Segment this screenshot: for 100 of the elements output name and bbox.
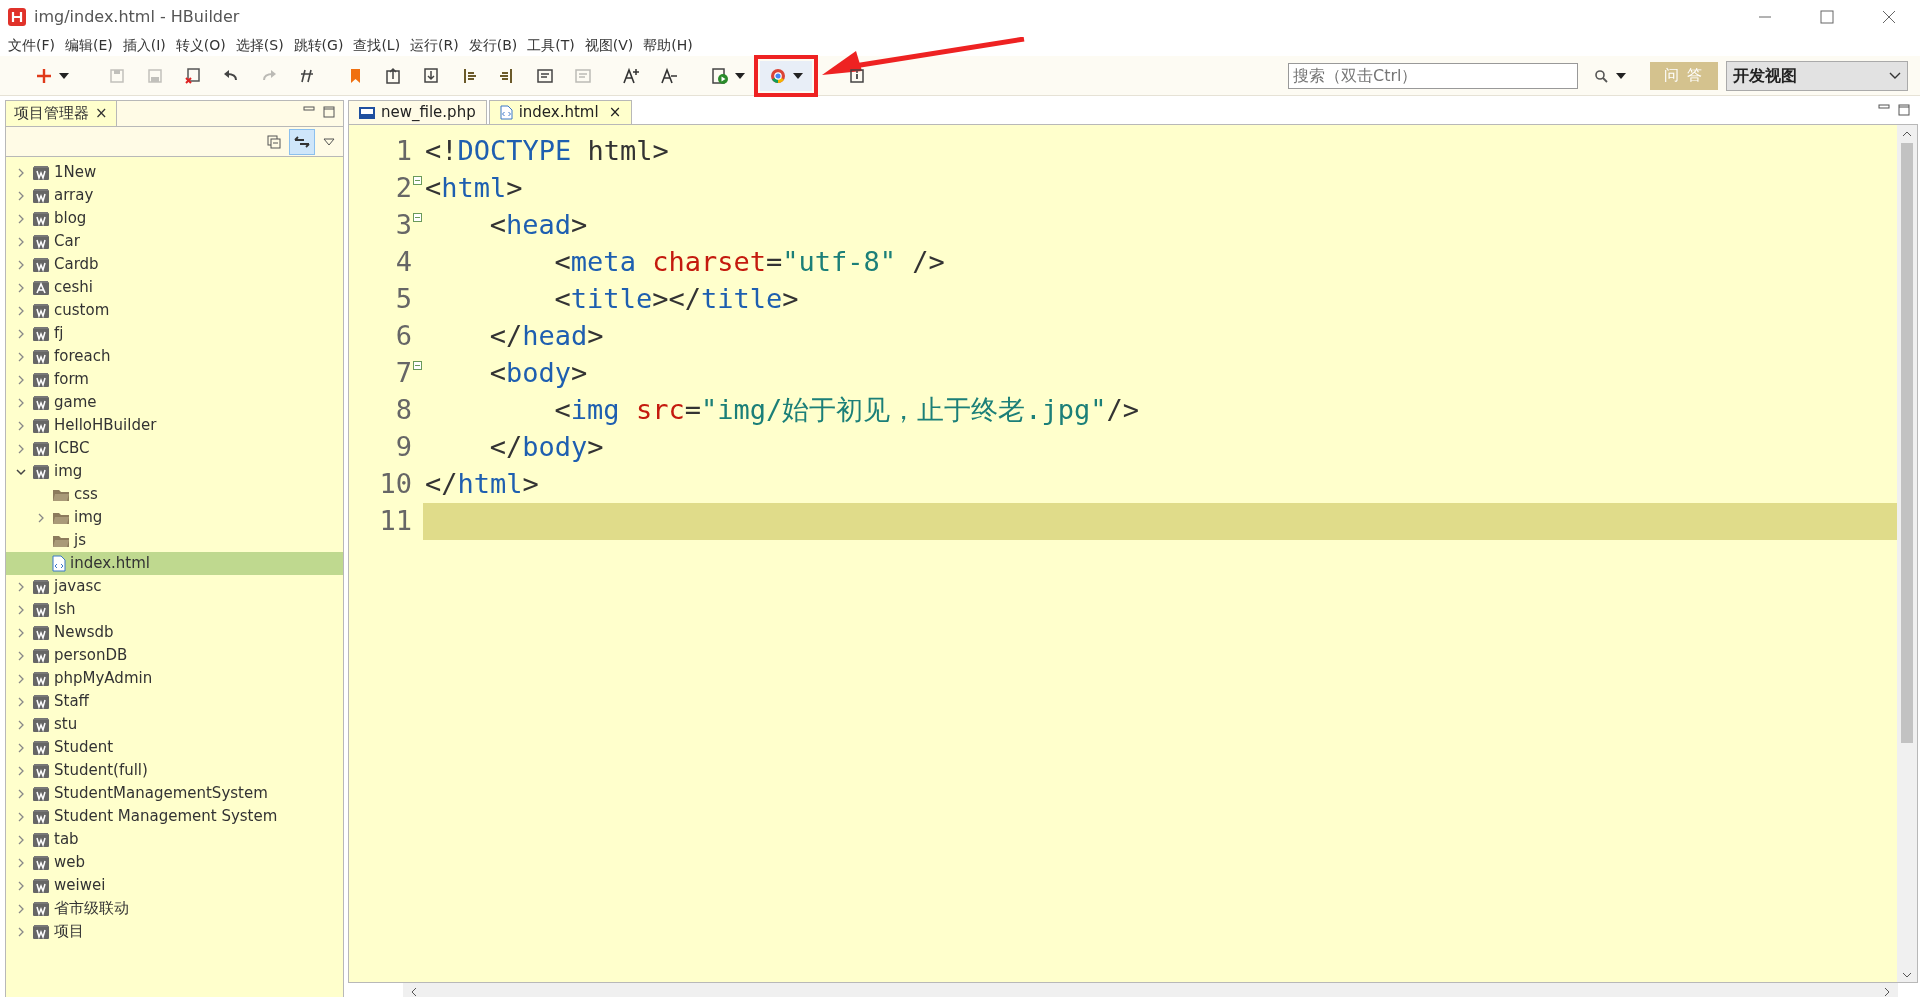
menu-item[interactable]: 转义(O) [171, 34, 230, 56]
scroll-down-icon[interactable] [1902, 972, 1912, 978]
chevron-right-icon[interactable] [16, 397, 26, 408]
chevron-right-icon[interactable] [16, 190, 26, 201]
menu-item[interactable]: 选择(S) [231, 34, 288, 56]
chevron-right-icon[interactable] [16, 765, 26, 776]
chevron-right-icon[interactable] [16, 788, 26, 799]
tree-item[interactable]: javasc [6, 575, 343, 598]
collapse-all-icon[interactable] [267, 134, 281, 149]
caret-icon[interactable] [1616, 72, 1626, 79]
chevron-right-icon[interactable] [16, 351, 26, 362]
tree-item[interactable]: 1New [6, 161, 343, 184]
chevron-right-icon[interactable] [16, 811, 26, 822]
chevron-right-icon[interactable] [16, 167, 26, 178]
tree-item[interactable]: Staff [6, 690, 343, 713]
maximize-icon[interactable] [323, 106, 335, 118]
chevron-right-icon[interactable] [16, 328, 26, 339]
chevron-right-icon[interactable] [16, 282, 26, 293]
link-editor-button[interactable] [289, 128, 315, 155]
scrollbar-thumb[interactable] [1901, 143, 1913, 743]
chevron-right-icon[interactable] [16, 236, 26, 247]
menu-item[interactable]: 工具(T) [523, 34, 579, 56]
chevron-right-icon[interactable] [16, 443, 26, 454]
tree-item[interactable]: foreach [6, 345, 343, 368]
tree-item[interactable]: tab [6, 828, 343, 851]
chevron-right-icon[interactable] [16, 581, 26, 592]
chevron-right-icon[interactable] [16, 305, 26, 316]
chevron-right-icon[interactable] [16, 696, 26, 707]
search-field[interactable]: 搜索（双击Ctrl） [1288, 62, 1578, 89]
menu-item[interactable]: 帮助(H) [639, 34, 697, 56]
menu-item[interactable]: 运行(R) [406, 34, 463, 56]
menu-item[interactable]: 编辑(E) [61, 34, 117, 56]
maximize-icon[interactable] [1820, 10, 1834, 24]
scroll-right-icon[interactable] [1884, 987, 1890, 997]
chevron-right-icon[interactable] [16, 213, 26, 224]
tree-item[interactable]: Student [6, 736, 343, 759]
tree-item[interactable]: index.html [6, 552, 343, 575]
tree-item[interactable]: js [6, 529, 343, 552]
editor-tab[interactable]: new_file.php [348, 100, 487, 124]
chevron-right-icon[interactable] [16, 926, 26, 937]
tree-item[interactable]: img [6, 506, 343, 529]
chevron-right-icon[interactable] [36, 512, 46, 523]
chevron-right-icon[interactable] [16, 719, 26, 730]
tree-item[interactable]: Student Management System [6, 805, 343, 828]
tree-item[interactable]: personDB [6, 644, 343, 667]
chevron-right-icon[interactable] [16, 880, 26, 891]
scroll-up-icon[interactable] [1902, 131, 1912, 137]
tree-item[interactable]: array [6, 184, 343, 207]
tree-item[interactable]: img [6, 460, 343, 483]
chevron-right-icon[interactable] [16, 742, 26, 753]
tree-item[interactable]: Cardb [6, 253, 343, 276]
chevron-right-icon[interactable] [16, 259, 26, 270]
fold-icon[interactable] [413, 361, 422, 371]
tree-item[interactable]: css [6, 483, 343, 506]
menu-item[interactable]: 视图(V) [580, 34, 638, 56]
tree-item[interactable]: 项目 [6, 920, 343, 943]
tree-item[interactable]: phpMyAdmin [6, 667, 343, 690]
tree-item[interactable]: blog [6, 207, 343, 230]
tree-item[interactable]: web [6, 851, 343, 874]
tree-item[interactable]: ceshi [6, 276, 343, 299]
chevron-right-icon[interactable] [16, 834, 26, 845]
menu-item[interactable]: 发行(B) [464, 34, 522, 56]
editor-tab[interactable]: index.html × [488, 100, 633, 124]
menu-item[interactable]: 查找(L) [349, 34, 405, 56]
menu-item[interactable]: 文件(F) [4, 34, 59, 56]
maximize-icon[interactable] [1898, 104, 1910, 116]
view-select[interactable]: 开发视图 [1726, 60, 1908, 91]
chevron-right-icon[interactable] [16, 650, 26, 661]
chevron-right-icon[interactable] [16, 374, 26, 385]
close-tab-button[interactable]: × [95, 102, 108, 125]
chevron-right-icon[interactable] [16, 604, 26, 615]
fold-icon[interactable] [413, 213, 422, 223]
chevron-right-icon[interactable] [16, 673, 26, 684]
fold-icon[interactable] [413, 176, 422, 186]
tree-item[interactable]: ICBC [6, 437, 343, 460]
tree-item[interactable]: fj [6, 322, 343, 345]
scroll-left-icon[interactable] [411, 987, 417, 997]
chevron-right-icon[interactable] [16, 420, 26, 431]
tree-item[interactable]: game [6, 391, 343, 414]
tree-item[interactable]: Car [6, 230, 343, 253]
tree-item[interactable]: Student(full) [6, 759, 343, 782]
tree-item[interactable]: HelloHBuilder [6, 414, 343, 437]
menu-item[interactable]: 跳转(G) [289, 34, 348, 56]
tree-item[interactable]: StudentManagementSystem [6, 782, 343, 805]
tree-item[interactable]: custom [6, 299, 343, 322]
tree-item[interactable]: Newsdb [6, 621, 343, 644]
close-icon[interactable] [1882, 10, 1896, 24]
chevron-down-icon[interactable] [16, 466, 26, 477]
chevron-right-icon[interactable] [16, 627, 26, 638]
chevron-right-icon[interactable] [16, 857, 26, 868]
tree-item[interactable]: lsh [6, 598, 343, 621]
tree-item[interactable]: form [6, 368, 343, 391]
tree-item[interactable]: weiwei [6, 874, 343, 897]
tree-item[interactable]: 省市级联动 [6, 897, 343, 920]
close-tab-button[interactable]: × [608, 101, 622, 124]
chevron-right-icon[interactable] [16, 903, 26, 914]
tree-item[interactable]: stu [6, 713, 343, 736]
menu-item[interactable]: 插入(I) [118, 34, 170, 56]
view-menu-icon[interactable] [323, 137, 335, 146]
panel-tab[interactable]: 项目管理器 × [6, 101, 117, 126]
